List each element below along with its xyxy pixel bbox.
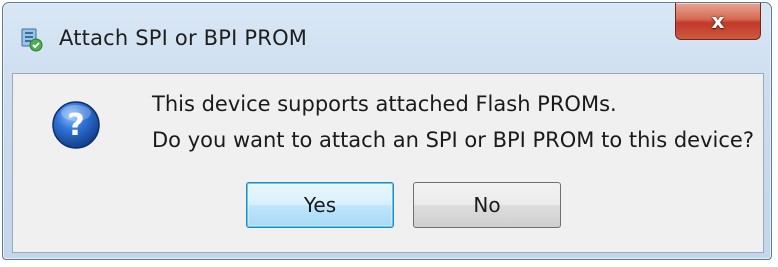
yes-button[interactable]: Yes [246, 182, 394, 228]
close-icon: x [711, 9, 725, 33]
app-icon [19, 27, 45, 53]
close-button[interactable]: x [675, 3, 761, 40]
question-icon: ? [51, 100, 101, 150]
dialog-window: Attach SPI or BPI PROM x ? This device s… [2, 2, 772, 260]
message-line-2: Do you want to attach an SPI or BPI PROM… [152, 128, 754, 152]
svg-text:?: ? [67, 108, 84, 143]
no-button[interactable]: No [413, 182, 561, 228]
dialog-content: ? This device supports attached Flash PR… [12, 73, 764, 253]
window-title: Attach SPI or BPI PROM [59, 26, 308, 50]
title-bar[interactable]: Attach SPI or BPI PROM x [3, 3, 771, 73]
message-line-1: This device supports attached Flash PROM… [152, 92, 617, 116]
